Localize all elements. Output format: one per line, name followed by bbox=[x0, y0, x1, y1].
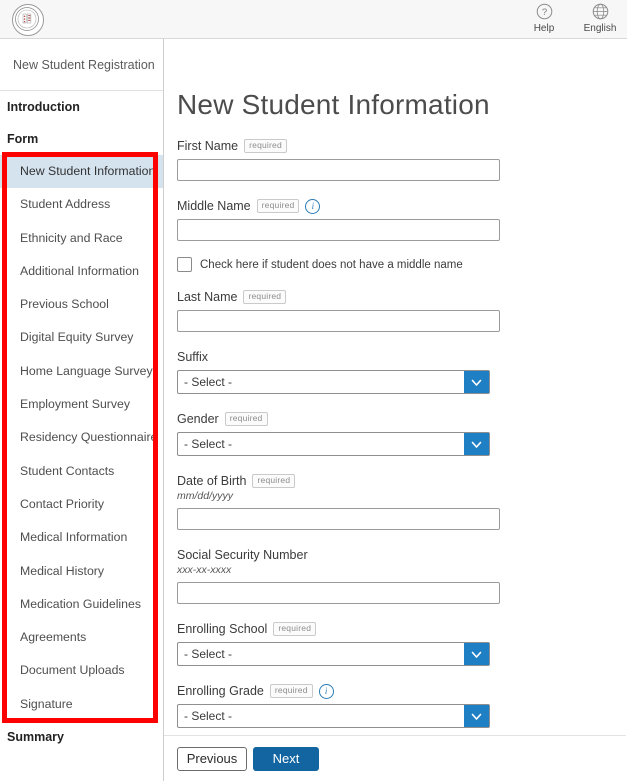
sidebar-section-introduction[interactable]: Introduction bbox=[0, 91, 163, 123]
enrolling-school-label-row: Enrolling School required bbox=[177, 621, 626, 637]
enrolling-school-select[interactable]: - Select - bbox=[177, 642, 490, 666]
field-date-of-birth: Date of Birth required mm/dd/yyyy bbox=[177, 473, 626, 530]
top-bar: ? Help English bbox=[0, 0, 627, 39]
language-label: English bbox=[583, 23, 617, 34]
field-last-name: Last Name required bbox=[177, 289, 626, 332]
no-middle-name-row: Check here if student does not have a mi… bbox=[177, 257, 626, 272]
top-bar-actions: ? Help English bbox=[525, 3, 619, 35]
help-button[interactable]: ? Help bbox=[525, 3, 563, 35]
sidebar-item-medical-history[interactable]: Medical History bbox=[0, 555, 163, 588]
school-seal-logo[interactable] bbox=[12, 4, 44, 36]
middle-name-label: Middle Name bbox=[177, 199, 251, 213]
ssn-input[interactable] bbox=[177, 582, 500, 604]
previous-button[interactable]: Previous bbox=[177, 747, 247, 771]
middle-name-info-icon[interactable]: i bbox=[305, 198, 321, 214]
sidebar-title: New Student Registration bbox=[0, 39, 163, 91]
enrolling-grade-label-row: Enrolling Grade required i bbox=[177, 683, 626, 699]
date-of-birth-input[interactable] bbox=[177, 508, 500, 530]
help-label: Help bbox=[533, 23, 555, 34]
chevron-down-icon[interactable] bbox=[464, 433, 489, 455]
chevron-down-icon[interactable] bbox=[464, 371, 489, 393]
sidebar-item-additional-information[interactable]: Additional Information bbox=[0, 255, 163, 288]
suffix-label-row: Suffix bbox=[177, 349, 626, 365]
date-of-birth-required-badge: required bbox=[252, 474, 296, 488]
language-button[interactable]: English bbox=[581, 3, 619, 35]
enrolling-grade-info-icon[interactable]: i bbox=[318, 683, 334, 699]
date-of-birth-hint: mm/dd/yyyy bbox=[177, 490, 234, 502]
help-circle-icon: ? bbox=[525, 3, 563, 22]
sidebar-item-previous-school[interactable]: Previous School bbox=[0, 288, 163, 321]
last-name-label: Last Name bbox=[177, 290, 238, 304]
sidebar-item-ethnicity-and-race[interactable]: Ethnicity and Race bbox=[0, 222, 163, 255]
enrolling-grade-required-badge: required bbox=[269, 684, 313, 698]
enrolling-grade-select[interactable]: - Select - bbox=[177, 704, 490, 728]
next-button[interactable]: Next bbox=[253, 747, 319, 771]
sidebar-item-home-language-survey[interactable]: Home Language Survey bbox=[0, 355, 163, 388]
sidebar-section-form[interactable]: Form bbox=[0, 123, 163, 155]
suffix-label: Suffix bbox=[177, 350, 209, 364]
gender-select[interactable]: - Select - bbox=[177, 432, 490, 456]
sidebar-item-residency-questionnaire[interactable]: Residency Questionnaire bbox=[0, 421, 163, 454]
ssn-label-row: Social Security Number bbox=[177, 547, 626, 563]
page-title: New Student Information bbox=[177, 89, 490, 120]
sidebar-item-contact-priority[interactable]: Contact Priority bbox=[0, 488, 163, 521]
field-enrolling-grade: Enrolling Grade required i - Select - bbox=[177, 683, 626, 728]
svg-text:?: ? bbox=[541, 7, 546, 18]
gender-select-value: - Select - bbox=[184, 437, 233, 451]
date-of-birth-label-row: Date of Birth required bbox=[177, 473, 626, 489]
seal-icon bbox=[15, 7, 39, 31]
sidebar-item-employment-survey[interactable]: Employment Survey bbox=[0, 388, 163, 421]
enrolling-school-required-badge: required bbox=[273, 622, 317, 636]
gender-label-row: Gender required bbox=[177, 411, 626, 427]
sidebar-item-student-contacts[interactable]: Student Contacts bbox=[0, 455, 163, 488]
gender-required-badge: required bbox=[224, 412, 268, 426]
field-suffix: Suffix - Select - bbox=[177, 349, 626, 394]
sidebar: New Student Registration Introduction Fo… bbox=[0, 39, 164, 781]
first-name-input[interactable] bbox=[177, 159, 500, 181]
sidebar-form-steps: New Student Information Student Address … bbox=[0, 155, 163, 721]
field-middle-name: Middle Name required i bbox=[177, 198, 626, 241]
sidebar-item-new-student-information[interactable]: New Student Information bbox=[0, 155, 163, 189]
sidebar-item-agreements[interactable]: Agreements bbox=[0, 621, 163, 654]
sidebar-section-summary[interactable]: Summary bbox=[0, 721, 163, 753]
suffix-select-value: - Select - bbox=[184, 375, 233, 389]
suffix-select[interactable]: - Select - bbox=[177, 370, 490, 394]
sidebar-item-signature[interactable]: Signature bbox=[0, 688, 163, 721]
sidebar-item-medication-guidelines[interactable]: Medication Guidelines bbox=[0, 588, 163, 621]
ssn-label: Social Security Number bbox=[177, 548, 308, 562]
main-content: New Student Information First Name requi… bbox=[164, 39, 627, 781]
field-social-security-number: Social Security Number xxx-xx-xxxx bbox=[177, 547, 626, 604]
last-name-required-badge: required bbox=[243, 290, 287, 304]
field-first-name: First Name required bbox=[177, 138, 626, 181]
last-name-input[interactable] bbox=[177, 310, 500, 332]
no-middle-name-checkbox[interactable] bbox=[177, 257, 192, 272]
globe-icon bbox=[581, 3, 619, 22]
middle-name-input[interactable] bbox=[177, 219, 500, 241]
enrolling-grade-label: Enrolling Grade bbox=[177, 684, 264, 698]
date-of-birth-label: Date of Birth bbox=[177, 474, 247, 488]
enrolling-school-select-value: - Select - bbox=[184, 647, 233, 661]
sidebar-item-digital-equity-survey[interactable]: Digital Equity Survey bbox=[0, 321, 163, 354]
chevron-down-icon[interactable] bbox=[464, 705, 489, 727]
enrolling-school-label: Enrolling School bbox=[177, 622, 268, 636]
no-middle-name-label: Check here if student does not have a mi… bbox=[200, 258, 463, 271]
gender-label: Gender bbox=[177, 412, 219, 426]
field-gender: Gender required - Select - bbox=[177, 411, 626, 456]
sidebar-item-student-address[interactable]: Student Address bbox=[0, 188, 163, 221]
sidebar-item-medical-information[interactable]: Medical Information bbox=[0, 521, 163, 554]
first-name-required-badge: required bbox=[244, 139, 287, 153]
first-name-label-row: First Name required bbox=[177, 138, 626, 154]
chevron-down-icon[interactable] bbox=[464, 643, 489, 665]
enrolling-grade-select-value: - Select - bbox=[184, 709, 233, 723]
first-name-label: First Name bbox=[177, 139, 239, 153]
form-footer: Previous Next bbox=[164, 735, 627, 781]
middle-name-label-row: Middle Name required i bbox=[177, 198, 626, 214]
sidebar-item-document-uploads[interactable]: Document Uploads bbox=[0, 654, 163, 687]
middle-name-required-badge: required bbox=[256, 199, 300, 213]
student-information-form: First Name required Middle Name required… bbox=[164, 138, 626, 728]
field-enrolling-school: Enrolling School required - Select - bbox=[177, 621, 626, 666]
ssn-hint: xxx-xx-xxxx bbox=[177, 564, 232, 576]
last-name-label-row: Last Name required bbox=[177, 289, 626, 305]
